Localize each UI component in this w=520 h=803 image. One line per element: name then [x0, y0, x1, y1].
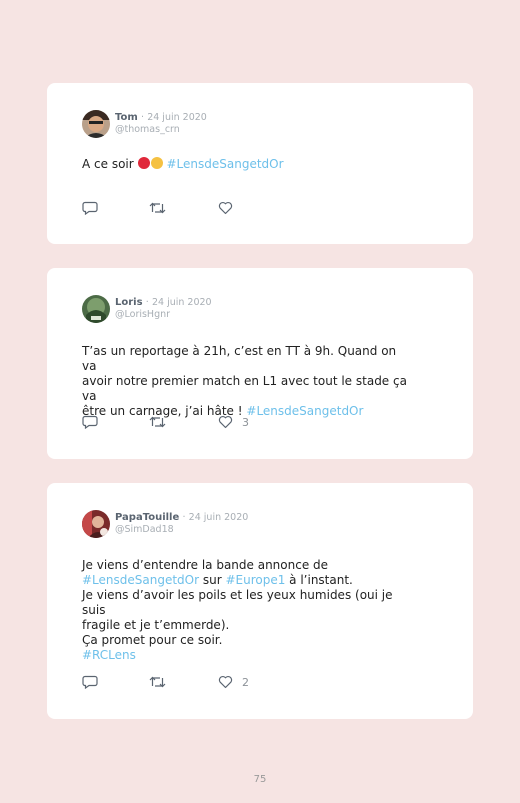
reply-button[interactable] — [82, 415, 98, 429]
tweet-line: Je viens d’avoir les poils et les yeux h… — [82, 588, 393, 617]
author-handle[interactable]: @LorisHgnr — [115, 309, 212, 321]
tweet-line: #LensdeSangetdOr sur #Europe1 à l’instan… — [82, 573, 412, 588]
author-name[interactable]: Tom — [115, 112, 138, 123]
tweet-card: Tom · 24 juin 2020 @thomas_crn A ce soir… — [47, 83, 473, 244]
heart-icon — [218, 201, 233, 215]
hashtag-link[interactable]: #LensdeSangetdOr — [167, 157, 284, 171]
tweet-header: Loris · 24 juin 2020 @LorisHgnr — [82, 295, 212, 323]
tweet-line: fragile et je t’emmerde). — [82, 618, 230, 632]
hashtag-link[interactable]: #Europe1 — [225, 573, 285, 587]
separator: · — [145, 297, 149, 308]
reply-button[interactable] — [82, 201, 98, 215]
tweet-text: T’as un reportage à 21h, c’est en TT à 9… — [82, 344, 412, 419]
tweet-actions — [82, 201, 282, 217]
tweet-line: T’as un reportage à 21h, c’est en TT à 9… — [82, 344, 397, 373]
tweet-text-part: A ce soir — [82, 157, 138, 171]
retweet-icon — [149, 676, 166, 688]
emoji-yellow-circle — [150, 157, 163, 169]
tweet-line: avoir notre premier match en L1 avec tou… — [82, 374, 407, 403]
tweet-text-part: à l’instant. — [285, 573, 353, 587]
tweet-header: Tom · 24 juin 2020 @thomas_crn — [82, 110, 207, 138]
tweet-actions: 2 — [82, 675, 282, 691]
like-count: 2 — [242, 675, 249, 689]
like-button[interactable] — [218, 201, 242, 215]
heart-icon — [218, 675, 233, 689]
tweet-text-part: sur — [199, 573, 226, 587]
retweet-icon — [149, 202, 166, 214]
tweet-text: Je viens d’entendre la bande annonce de … — [82, 558, 412, 663]
page-number: 75 — [253, 774, 267, 785]
tweet-card: PapaTouille · 24 juin 2020 @SimDad18 Je … — [47, 483, 473, 719]
tweet-text: A ce soir #LensdeSangetdOr — [82, 157, 412, 172]
reply-icon — [82, 201, 98, 215]
separator: · — [140, 112, 145, 123]
author-name[interactable]: Loris — [115, 297, 143, 308]
like-button[interactable]: 3 — [218, 415, 249, 429]
retweet-button[interactable] — [149, 201, 166, 215]
heart-icon — [218, 415, 233, 429]
tweet-date[interactable]: 24 juin 2020 — [189, 512, 249, 523]
like-button[interactable]: 2 — [218, 675, 249, 689]
retweet-button[interactable] — [149, 675, 166, 689]
hashtag-link[interactable]: #RCLens — [82, 648, 136, 662]
tweet-date[interactable]: 24 juin 2020 — [147, 112, 207, 123]
like-count: 3 — [242, 415, 249, 429]
hashtag-link[interactable]: #LensdeSangetdOr — [82, 573, 199, 587]
avatar[interactable] — [82, 295, 110, 323]
reply-icon — [82, 675, 98, 689]
reply-button[interactable] — [82, 675, 98, 689]
tweet-header: PapaTouille · 24 juin 2020 @SimDad18 — [82, 510, 248, 538]
avatar[interactable] — [82, 110, 110, 138]
tweet-line: #RCLens — [82, 648, 412, 663]
tweet-date[interactable]: 24 juin 2020 — [152, 297, 212, 308]
reply-icon — [82, 415, 98, 429]
tweet-actions: 3 — [82, 415, 282, 431]
avatar[interactable] — [82, 510, 110, 538]
author-handle[interactable]: @SimDad18 — [115, 524, 248, 536]
author-name[interactable]: PapaTouille — [115, 512, 179, 523]
tweet-line: Je viens d’entendre la bande annonce de — [82, 558, 329, 572]
author-handle[interactable]: @thomas_crn — [115, 124, 207, 136]
tweet-line: Ça promet pour ce soir. — [82, 633, 223, 647]
retweet-icon — [149, 416, 166, 428]
emoji-red-circle — [137, 157, 150, 169]
retweet-button[interactable] — [149, 415, 166, 429]
tweet-card: Loris · 24 juin 2020 @LorisHgnr T’as un … — [47, 268, 473, 459]
separator: · — [182, 512, 186, 523]
